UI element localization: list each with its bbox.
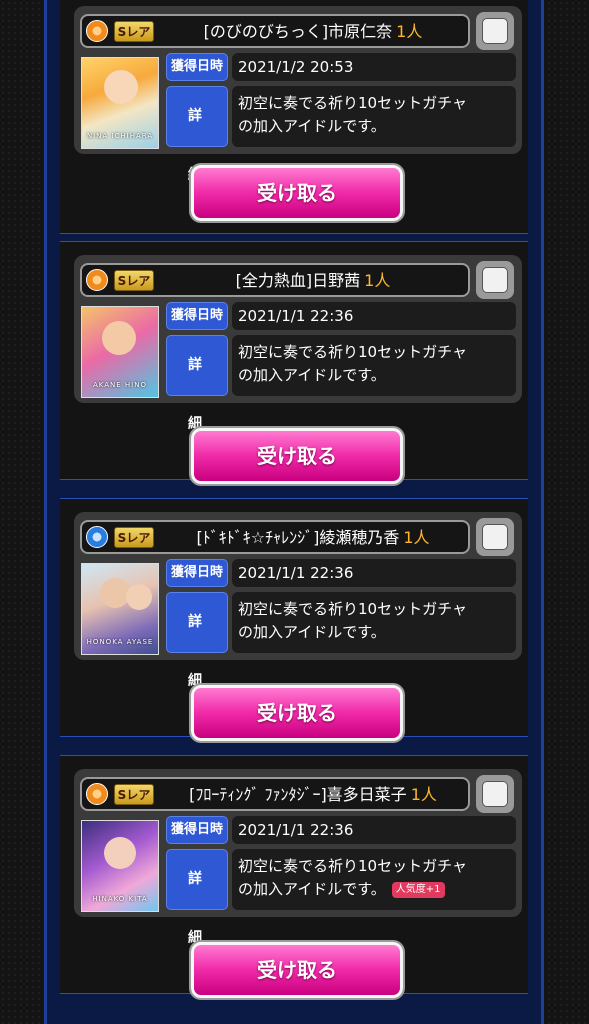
detail-line: 初空に奏でる祈り10セットガチャ — [238, 94, 467, 112]
detail-line: の加入アイドルです。 人気度+1 — [238, 878, 516, 901]
idol-card: Sレア [全力熱血]日野茜 1人 AKANE HINO 獲得日時 2021/1/1… — [74, 255, 522, 432]
idol-card: Sレア [のびのびちっく]市原仁奈 1人 NINA ICHIHARA 獲得日時 2… — [74, 6, 522, 183]
detail-value: 初空に奏でる祈り10セットガチャ の加入アイドルです。 人気度+1 — [232, 849, 516, 910]
detail-value: 初空に奏でる祈り10セットガチャ の加入アイドルです。 — [232, 335, 516, 396]
idol-name: [ﾄﾞｷﾄﾞｷ☆ﾁｬﾚﾝｼﾞ]綾瀬穂乃香 — [196, 528, 400, 547]
detail-line: 初空に奏でる祈り10セットガチャ — [238, 600, 467, 618]
idol-thumbnail[interactable]: HINAKO KITA — [81, 820, 159, 912]
diamond-icon — [86, 526, 108, 548]
sun-icon — [86, 20, 108, 42]
rarity-badge: Sレア — [114, 784, 154, 805]
detail-label: 詳 細 — [166, 592, 228, 689]
sun-icon — [86, 783, 108, 805]
idol-card: Sレア [ﾌﾛｰﾃｨﾝｸﾞ ﾌｧﾝﾀｼﾞｰ]喜多日菜子 1人 HINAKO KIT… — [74, 769, 522, 946]
detail-line: 初空に奏でる祈り10セットガチャ — [238, 343, 467, 361]
select-checkbox[interactable] — [476, 518, 514, 556]
idol-title: [のびのびちっく]市原仁奈 1人 — [162, 20, 464, 44]
title-bar: Sレア [ﾄﾞｷﾄﾞｷ☆ﾁｬﾚﾝｼﾞ]綾瀬穂乃香 1人 — [80, 520, 470, 554]
select-checkbox[interactable] — [476, 12, 514, 50]
date-label: 獲得日時 — [166, 559, 228, 587]
detail-line: の加入アイドルです。 — [238, 366, 386, 384]
rarity-badge: Sレア — [114, 527, 154, 548]
rarity-badge: Sレア — [114, 21, 154, 42]
date-label: 獲得日時 — [166, 53, 228, 81]
receive-button[interactable]: 受け取る — [191, 685, 403, 741]
title-bar: Sレア [全力熱血]日野茜 1人 — [80, 263, 470, 297]
thumbnail-name: AKANE HINO — [92, 381, 147, 389]
idol-name: [のびのびちっく]市原仁奈 — [203, 22, 393, 41]
idol-thumbnail[interactable]: AKANE HINO — [81, 306, 159, 398]
present-item: Sレア [ﾄﾞｷﾄﾞｷ☆ﾁｬﾚﾝｼﾞ]綾瀬穂乃香 1人 HONOKA AYASE … — [60, 498, 528, 741]
title-bar: Sレア [のびのびちっく]市原仁奈 1人 — [80, 14, 470, 48]
detail-line: の加入アイドルです。 — [238, 623, 386, 641]
present-item: Sレア [ﾌﾛｰﾃｨﾝｸﾞ ﾌｧﾝﾀｼﾞｰ]喜多日菜子 1人 HINAKO KIT… — [60, 755, 528, 998]
idol-count: 1人 — [403, 528, 430, 547]
detail-label: 詳 細 — [166, 849, 228, 946]
present-item: Sレア [のびのびちっく]市原仁奈 1人 NINA ICHIHARA 獲得日時 2… — [60, 0, 528, 234]
idol-title: [ﾄﾞｷﾄﾞｷ☆ﾁｬﾚﾝｼﾞ]綾瀬穂乃香 1人 — [162, 526, 464, 550]
idol-thumbnail[interactable]: HONOKA AYASE — [81, 563, 159, 655]
detail-line: の加入アイドルです。 — [238, 117, 386, 135]
idol-count: 1人 — [410, 785, 437, 804]
date-value: 2021/1/1 22:36 — [232, 816, 516, 844]
date-value: 2021/1/1 22:36 — [232, 559, 516, 587]
detail-value: 初空に奏でる祈り10セットガチャ の加入アイドルです。 — [232, 86, 516, 147]
popularity-badge: 人気度+1 — [391, 881, 445, 898]
detail-value: 初空に奏でる祈り10セットガチャ の加入アイドルです。 — [232, 592, 516, 653]
thumbnail-name: HINAKO KITA — [92, 895, 148, 903]
rarity-badge: Sレア — [114, 270, 154, 291]
select-checkbox[interactable] — [476, 261, 514, 299]
sun-icon — [86, 269, 108, 291]
detail-label: 詳 細 — [166, 335, 228, 432]
idol-title: [ﾌﾛｰﾃｨﾝｸﾞ ﾌｧﾝﾀｼﾞｰ]喜多日菜子 1人 — [162, 783, 464, 807]
thumbnail-name: HONOKA AYASE — [86, 638, 154, 646]
idol-name: [ﾌﾛｰﾃｨﾝｸﾞ ﾌｧﾝﾀｼﾞｰ]喜多日菜子 — [189, 785, 407, 804]
present-list: Sレア [のびのびちっく]市原仁奈 1人 NINA ICHIHARA 獲得日時 2… — [44, 0, 544, 1024]
idol-thumbnail[interactable]: NINA ICHIHARA — [81, 57, 159, 149]
detail-label: 詳 細 — [166, 86, 228, 183]
title-bar: Sレア [ﾌﾛｰﾃｨﾝｸﾞ ﾌｧﾝﾀｼﾞｰ]喜多日菜子 1人 — [80, 777, 470, 811]
receive-button[interactable]: 受け取る — [191, 428, 403, 484]
receive-button[interactable]: 受け取る — [191, 942, 403, 998]
receive-button[interactable]: 受け取る — [191, 165, 403, 221]
idol-name: [全力熱血]日野茜 — [235, 271, 361, 290]
thumbnail-name: NINA ICHIHARA — [86, 132, 154, 140]
idol-count: 1人 — [364, 271, 391, 290]
date-label: 獲得日時 — [166, 816, 228, 844]
date-value: 2021/1/2 20:53 — [232, 53, 516, 81]
select-checkbox[interactable] — [476, 775, 514, 813]
idol-title: [全力熱血]日野茜 1人 — [162, 269, 464, 293]
idol-card: Sレア [ﾄﾞｷﾄﾞｷ☆ﾁｬﾚﾝｼﾞ]綾瀬穂乃香 1人 HONOKA AYASE … — [74, 512, 522, 689]
present-item: Sレア [全力熱血]日野茜 1人 AKANE HINO 獲得日時 2021/1/1… — [60, 241, 528, 484]
date-label: 獲得日時 — [166, 302, 228, 330]
idol-count: 1人 — [396, 22, 423, 41]
detail-line-text: の加入アイドルです。 — [238, 880, 386, 898]
detail-line: 初空に奏でる祈り10セットガチャ — [238, 857, 467, 875]
date-value: 2021/1/1 22:36 — [232, 302, 516, 330]
